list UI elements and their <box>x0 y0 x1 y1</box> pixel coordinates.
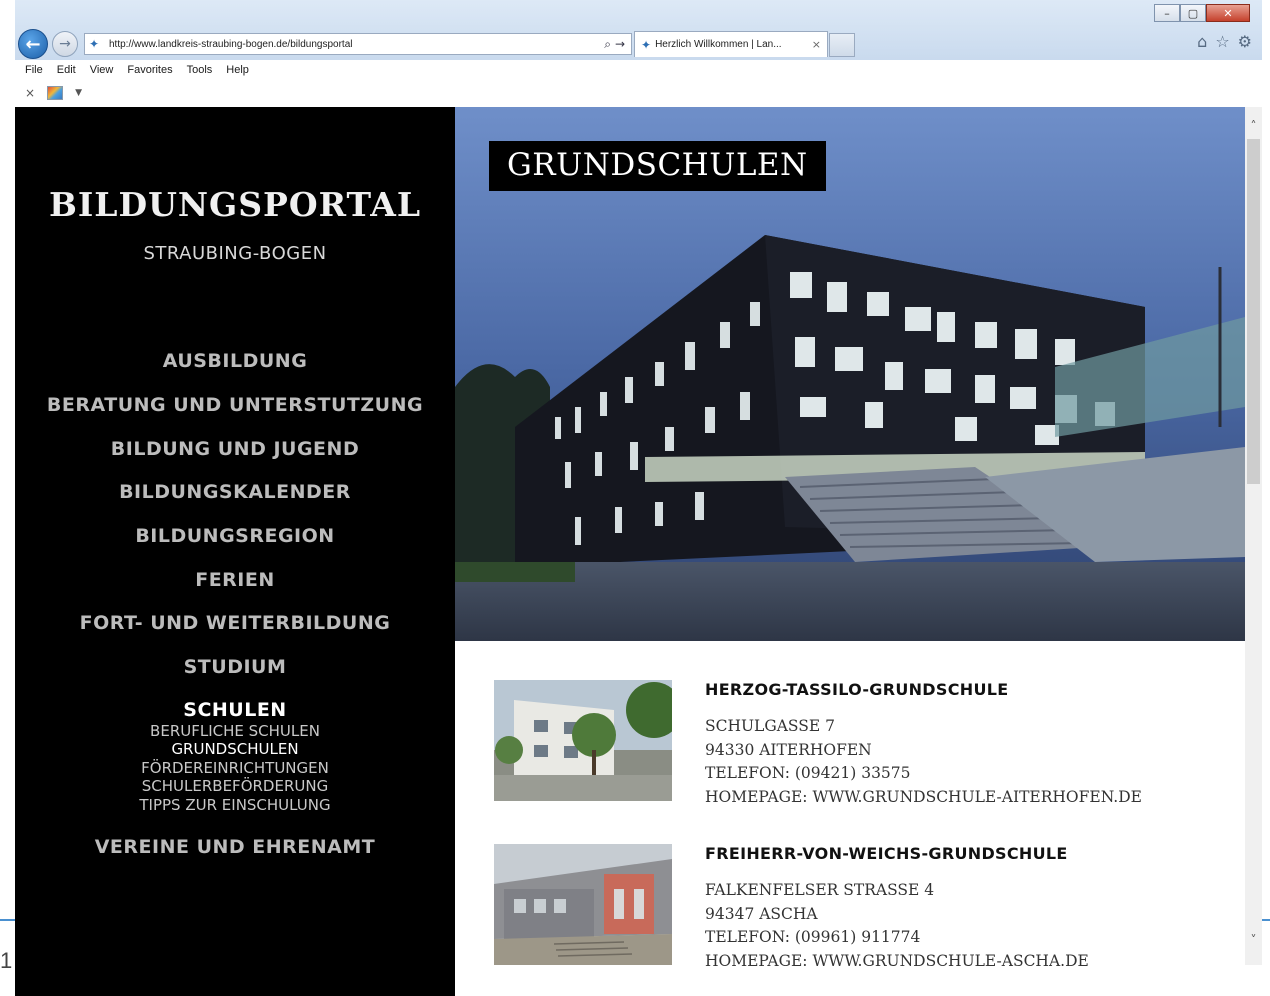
site-subtitle: STRAUBING-BOGEN <box>143 243 327 264</box>
tab-favicon-icon: ✦ <box>641 37 652 52</box>
menu-favorites[interactable]: Favorites <box>127 64 172 76</box>
sidebar-navigation: BILDUNGSPORTAL STRAUBING-BOGEN AUSBILDUN… <box>15 107 455 996</box>
site-title[interactable]: BILDUNGSPORTAL <box>15 185 455 224</box>
school-street: FALKENFELSER STRASSE 4 <box>705 881 935 899</box>
favorites-star-icon[interactable]: ☆ <box>1215 32 1229 51</box>
menu-edit[interactable]: Edit <box>57 64 76 76</box>
dropdown-arrow-icon[interactable]: ▼ <box>75 88 82 98</box>
nav-item-studium[interactable]: STUDIUM <box>15 656 455 678</box>
url-text[interactable]: http://www.landkreis-straubing-bogen.de/… <box>109 39 604 50</box>
settings-gear-icon[interactable]: ⚙ <box>1238 32 1252 51</box>
subnav-item-schuelerbefoerderung[interactable]: SCHULERBEFÖRDERUNG <box>15 777 455 796</box>
nav-item-bildungskalender[interactable]: BILDUNGSKALENDER <box>15 481 455 503</box>
slide-number: 1 <box>0 948 13 973</box>
school-thumbnail[interactable] <box>494 844 672 965</box>
nav-item-ferien[interactable]: FERIEN <box>15 569 455 591</box>
school-street: SCHULGASSE 7 <box>705 717 835 735</box>
school-phone: TELEFON: (09961) 911774 <box>705 928 921 946</box>
home-icon[interactable]: ⌂ <box>1197 32 1207 51</box>
nav-item-bildungsregion[interactable]: BILDUNGSREGION <box>15 525 455 547</box>
nav-item-ausbildung[interactable]: AUSBILDUNG <box>15 350 455 372</box>
school-name[interactable]: HERZOG-TASSILO-GRUNDSCHULE <box>705 680 1142 699</box>
site-favicon-icon: ✦ <box>89 37 100 51</box>
back-button[interactable]: ← <box>18 29 48 59</box>
subnav-item-foerdereinrichtungen[interactable]: FÖRDEREINRICHTUNGEN <box>15 759 455 778</box>
window-controls: – ▢ ✕ <box>1154 4 1250 22</box>
subnav-item-berufliche-schulen[interactable]: BERUFLICHE SCHULEN <box>15 722 455 741</box>
menu-help[interactable]: Help <box>226 64 249 76</box>
nav-item-bildung-jugend[interactable]: BILDUNG UND JUGEND <box>15 438 455 460</box>
slide-divider-line <box>0 919 15 921</box>
maximize-button[interactable]: ▢ <box>1180 4 1206 22</box>
screenshot-page: – ▢ ✕ ← → ✦ http://www.landkreis-straubi… <box>0 0 1270 996</box>
scroll-down-arrow-icon[interactable]: ˅ <box>1245 933 1262 947</box>
forward-arrow-icon: → <box>59 36 71 52</box>
back-arrow-icon: ← <box>25 33 41 55</box>
close-window-button[interactable]: ✕ <box>1206 4 1250 22</box>
subnav-item-tipps-einschulung[interactable]: TIPPS ZUR EINSCHULUNG <box>15 796 455 815</box>
tab-close-icon[interactable]: × <box>806 38 827 51</box>
image-toolbar-icon[interactable] <box>47 86 64 100</box>
school-homepage[interactable]: HOMEPAGE: WWW.GRUNDSCHULE-AITERHOFEN.DE <box>705 786 1142 810</box>
subnav-item-grundschulen[interactable]: GRUNDSCHULEN <box>15 740 455 759</box>
search-icon[interactable]: ⌕ <box>604 37 611 52</box>
address-bar[interactable]: ✦ http://www.landkreis-straubing-bogen.d… <box>84 33 632 55</box>
tab-title: Herzlich Willkommen | Lan... <box>655 39 782 50</box>
nav-item-beratung[interactable]: BERATUNG UND UNTERSTUTZUNG <box>15 394 455 416</box>
menu-view[interactable]: View <box>90 64 114 76</box>
school-thumbnail[interactable] <box>494 680 672 801</box>
browser-toolbar-icons: ⌂ ☆ ⚙ <box>1197 32 1252 51</box>
page-heading: GRUNDSCHULEN <box>489 141 826 191</box>
school-phone: TELEFON: (09421) 33575 <box>705 764 911 782</box>
menu-file[interactable]: File <box>25 64 43 76</box>
nav-item-fort-weiterbildung[interactable]: FORT- UND WEITERBILDUNG <box>15 612 455 634</box>
scroll-up-arrow-icon[interactable]: ˄ <box>1245 119 1262 133</box>
scroll-thumb[interactable] <box>1247 139 1260 484</box>
scrollbar[interactable]: ˄ ˅ <box>1245 107 1262 965</box>
refresh-icon[interactable]: → <box>615 37 625 52</box>
school-info: HERZOG-TASSILO-GRUNDSCHULE SCHULGASSE 7 … <box>705 680 1142 809</box>
menu-tools[interactable]: Tools <box>187 64 213 76</box>
school-city: 94347 ASCHA <box>705 904 818 923</box>
close-toolbar-icon[interactable]: × <box>25 86 35 100</box>
hero-image: GRUNDSCHULEN <box>455 107 1245 641</box>
menu-bar: File Edit View Favorites Tools Help <box>15 60 1262 80</box>
minimize-button[interactable]: – <box>1154 4 1180 22</box>
browser-tab[interactable]: ✦ Herzlich Willkommen | Lan... × <box>634 31 828 57</box>
nav-item-schulen[interactable]: SCHULEN <box>15 699 455 721</box>
school-city: 94330 AITERHOFEN <box>705 740 872 759</box>
school-homepage[interactable]: HOMEPAGE: WWW.GRUNDSCHULE-ASCHA.DE <box>705 950 1089 974</box>
school-info: FREIHERR-VON-WEICHS-GRUNDSCHULE FALKENFE… <box>705 844 1089 973</box>
new-tab-button[interactable] <box>829 33 855 57</box>
command-bar: × ▼ <box>15 80 1262 106</box>
school-name[interactable]: FREIHERR-VON-WEICHS-GRUNDSCHULE <box>705 844 1089 863</box>
nav-item-vereine-ehrenamt[interactable]: VEREINE UND EHRENAMT <box>15 836 455 858</box>
slide-divider-line <box>1262 919 1270 921</box>
forward-button[interactable]: → <box>52 31 78 57</box>
